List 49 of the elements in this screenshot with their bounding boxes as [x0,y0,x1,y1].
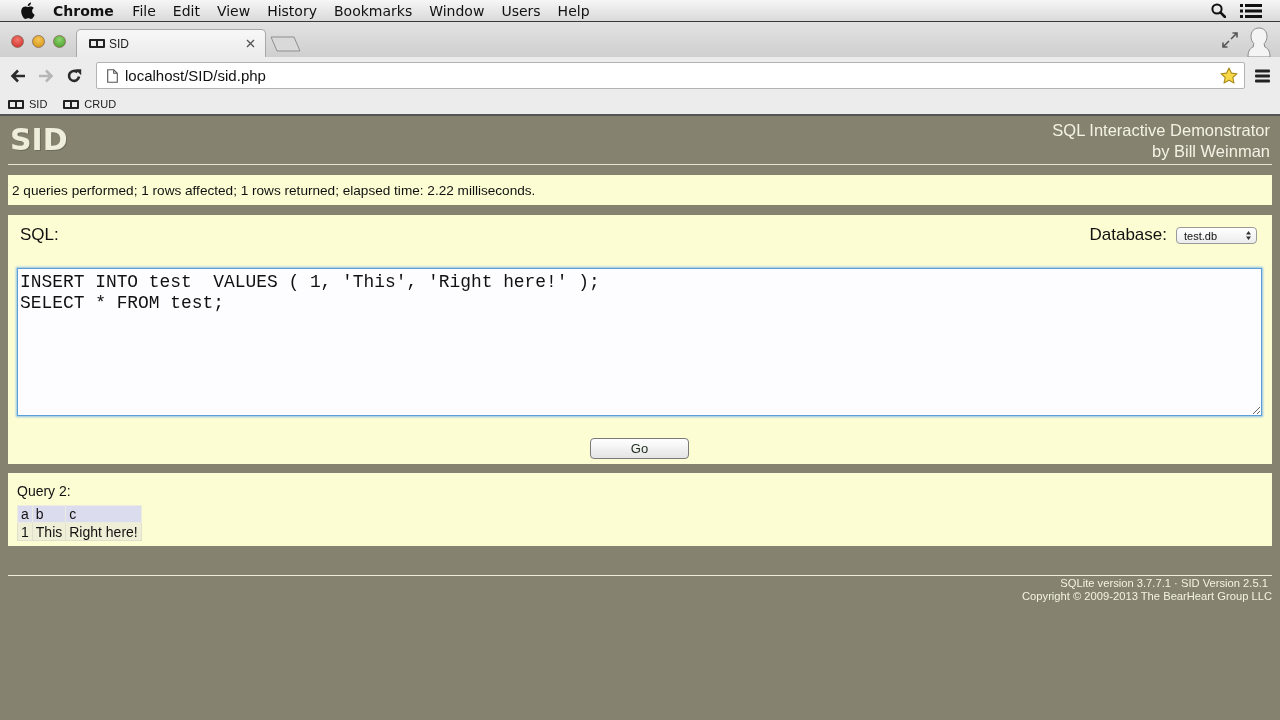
star-icon[interactable] [1220,66,1238,85]
query-title: Query 2: [17,482,71,501]
search-icon[interactable] [1211,3,1226,18]
browser-tab[interactable]: SID [76,29,266,57]
favicon-icon [8,99,24,109]
expand-arrows-icon[interactable] [1222,32,1238,48]
bookmark-link[interactable]: CRUD [63,98,117,110]
footer-text: SQLite version 3.7.7.1 · SID Version 2.5.1 [1060,577,1269,590]
menu-item[interactable]: Help [549,2,599,19]
column-header: a [17,505,33,523]
menu-item[interactable]: Bookmarks [325,2,421,19]
bookmark-label: SID [29,98,48,110]
window-minimize-icon[interactable] [32,35,45,48]
site-logo: SID [10,122,68,158]
tab-title: SID [109,36,129,51]
database-label: Database: [1089,225,1167,245]
back-arrow-icon[interactable] [10,67,26,84]
column-header: b [32,505,66,523]
site-title: by Bill Weinman [1152,141,1270,162]
menu-item[interactable]: History [258,2,326,19]
menu-item[interactable]: View [208,2,259,19]
menu-icon[interactable] [1255,68,1270,83]
reload-icon[interactable] [66,67,82,84]
status-message: 2 queries performed; 1 rows affected; 1 rows returned; elapsed time: 2.22 milliseconds. [11,181,537,200]
menu-item[interactable]: Users [492,2,550,19]
go-button[interactable]: Go [590,438,689,459]
page-icon [107,68,118,83]
window-zoom-icon[interactable] [53,35,66,48]
close-icon[interactable] [246,39,255,48]
database-select[interactable]: test.db [1176,227,1257,244]
apple-icon[interactable] [20,2,35,19]
list-icon[interactable] [1240,3,1262,18]
bookmark-label: CRUD [84,98,117,110]
menu-item[interactable]: Window [420,2,493,19]
column-header: c [65,505,142,523]
bookmark-link[interactable]: SID [8,98,48,110]
menu-item[interactable]: File [123,2,165,19]
updown-arrows-icon [1246,231,1251,240]
footer-text: Copyright © 2009-2013 The BearHeart Group LLC [1022,590,1272,603]
window-close-icon[interactable] [11,35,24,48]
favicon-icon [89,39,105,48]
favicon-icon [63,99,80,109]
sql-input-field[interactable]: INSERT INTO test VALUES ( 1, 'This', 'Right here!' ); SELECT * FROM test; [17,268,1262,416]
menu-app-name[interactable]: Chrome [43,2,124,19]
sql-label: SQL: [20,225,59,245]
url-text: localhost/SID/sid.php [125,67,266,84]
address-bar[interactable]: localhost/SID/sid.php [96,62,1245,89]
menu-item[interactable]: Edit [164,2,209,19]
site-title: SQL Interactive Demonstrator [1052,120,1270,141]
